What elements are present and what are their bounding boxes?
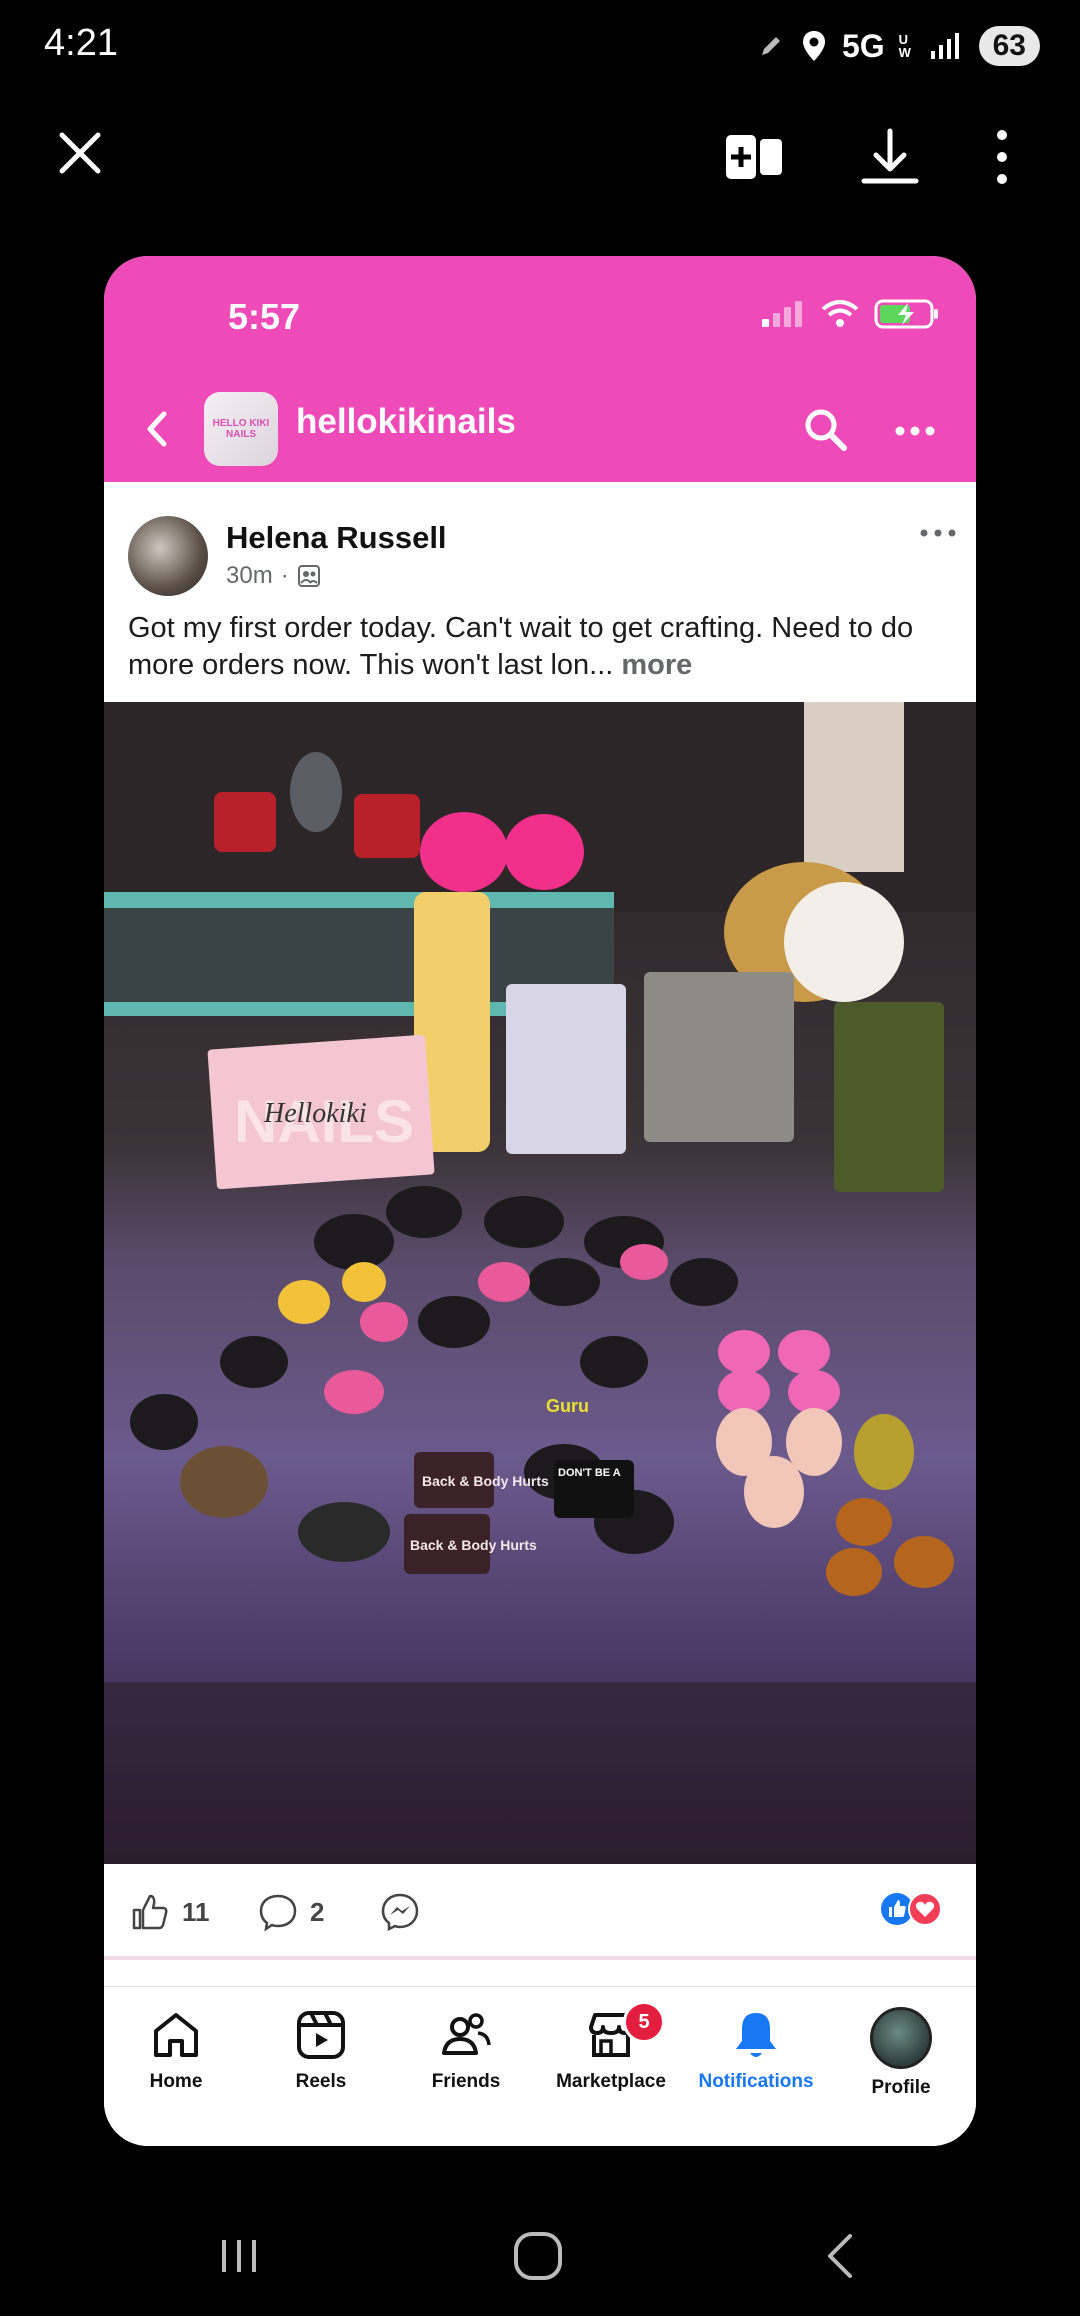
profile-avatar xyxy=(870,2007,932,2069)
post-text: Got my first order today. Can't wait to … xyxy=(128,610,968,684)
comment-button[interactable]: 2 xyxy=(258,1892,324,1932)
messenger-share-button[interactable] xyxy=(380,1892,420,1932)
nav-profile-label: Profile xyxy=(871,2077,931,2098)
add-to-collage-icon[interactable] xyxy=(722,125,786,189)
close-icon[interactable] xyxy=(52,125,108,181)
recents-icon[interactable] xyxy=(204,2226,274,2286)
photo-card-script: Hellokiki xyxy=(263,1098,367,1129)
search-icon[interactable] xyxy=(800,404,850,454)
battery-charging-icon xyxy=(874,299,938,329)
network-label: 5G xyxy=(841,27,885,64)
bottom-nav: Home Reels Friends 5 Marketplace Notific… xyxy=(104,1986,976,2146)
home-icon xyxy=(154,2013,198,2057)
post-time[interactable]: 30m xyxy=(226,562,273,590)
status-time: 4:21 xyxy=(44,22,118,64)
nav-marketplace[interactable]: 5 Marketplace xyxy=(541,1997,681,2137)
photo-label-1: Back & Body Hurts xyxy=(422,1473,549,1489)
comment-count: 2 xyxy=(310,1896,325,1927)
back-button-icon[interactable] xyxy=(806,2226,876,2286)
friends-icon xyxy=(442,2013,491,2055)
shared-screenshot: 5:57 HELLO KIKI NAILS hellokikinails Hel… xyxy=(104,256,976,2146)
battery-level: 63 xyxy=(978,26,1040,66)
comment-icon xyxy=(259,1894,297,1932)
messenger-icon xyxy=(381,1893,419,1932)
bell-icon xyxy=(736,2013,776,2057)
post-author[interactable]: Helena Russell xyxy=(226,520,447,556)
divider xyxy=(104,1956,976,1960)
photo-label-3: DON'T BE A xyxy=(558,1467,621,1479)
love-reaction-icon xyxy=(908,1892,942,1926)
post-photo[interactable]: NAILS Hellokiki Back & Body Hurts Back &… xyxy=(104,702,976,1864)
post-body: Got my first order today. Can't wait to … xyxy=(128,612,914,681)
author-avatar[interactable] xyxy=(128,516,208,596)
like-button[interactable]: 11 xyxy=(130,1892,210,1932)
page-avatar-text: HELLO KIKI NAILS xyxy=(212,418,270,440)
status-icons: 5G UW 63 xyxy=(756,26,1040,66)
wifi-icon xyxy=(821,300,859,327)
pen-icon xyxy=(761,37,780,55)
download-icon[interactable] xyxy=(858,125,922,189)
nav-home-label: Home xyxy=(149,2071,203,2092)
nav-notifications[interactable]: Notifications xyxy=(686,1997,826,2137)
page-name[interactable]: hellokikinails xyxy=(296,402,516,442)
photo-label-2: Back & Body Hurts xyxy=(410,1537,537,1553)
nav-notifications-label: Notifications xyxy=(698,2071,814,2092)
location-icon xyxy=(802,31,825,61)
nav-marketplace-label: Marketplace xyxy=(556,2071,666,2092)
signal-icon xyxy=(930,33,959,59)
inner-status-time: 5:57 xyxy=(228,296,301,337)
nav-home[interactable]: Home xyxy=(106,1997,246,2137)
more-horizontal-icon[interactable] xyxy=(890,406,940,456)
nav-reels[interactable]: Reels xyxy=(251,1997,391,2137)
post-meta: 30m · xyxy=(226,562,321,590)
marketplace-badge: 5 xyxy=(623,2001,665,2043)
audience-group-icon xyxy=(297,565,320,587)
like-count: 11 xyxy=(182,1896,210,1927)
more-vertical-icon[interactable] xyxy=(970,125,1034,189)
status-bar: 4:21 5G UW 63 xyxy=(0,0,1080,100)
photo-scene: NAILS Hellokiki Back & Body Hurts Back &… xyxy=(104,702,976,1864)
post-actions: 11 2 xyxy=(104,1864,976,1954)
reactions-summary[interactable] xyxy=(880,1892,942,1926)
signal-icon xyxy=(762,301,802,327)
post-options-icon[interactable] xyxy=(916,518,960,548)
see-more-link[interactable]: more xyxy=(621,649,692,681)
photo-label-4: Guru xyxy=(546,1396,589,1416)
system-nav-bar xyxy=(0,2200,1080,2316)
like-icon xyxy=(132,1894,168,1930)
page-avatar[interactable]: HELLO KIKI NAILS xyxy=(204,392,278,466)
home-button-icon[interactable] xyxy=(503,2226,573,2286)
nav-reels-label: Reels xyxy=(295,2071,347,2092)
back-icon[interactable] xyxy=(132,404,182,454)
nav-friends[interactable]: Friends xyxy=(396,1997,536,2137)
reels-icon xyxy=(297,2011,345,2059)
nav-profile[interactable]: Profile xyxy=(831,1997,971,2137)
nav-friends-label: Friends xyxy=(431,2071,501,2092)
inner-status-icons xyxy=(760,298,940,330)
network-sub-label: UW xyxy=(898,32,911,60)
